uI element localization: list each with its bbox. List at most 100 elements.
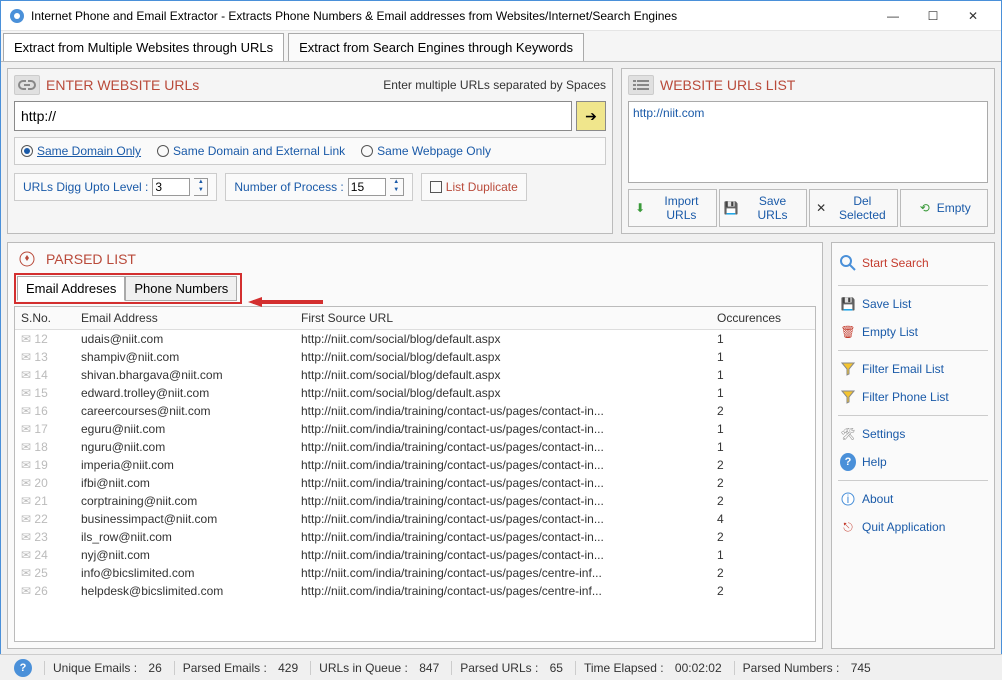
col-url[interactable]: First Source URL [295,307,711,330]
cell-email: imperia@niit.com [75,456,295,474]
cell-email: shivan.bhargava@niit.com [75,366,295,384]
settings-button[interactable]: 🛠Settings [838,420,988,448]
cell-occ: 1 [711,348,815,366]
mail-icon: ✉ 22 [15,510,75,528]
url-list-box[interactable]: http://niit.com [628,101,988,183]
cell-url: http://niit.com/social/blog/default.aspx [295,330,711,349]
table-row[interactable]: ✉ 16careercourses@niit.comhttp://niit.co… [15,402,815,420]
table-row[interactable]: ✉ 17eguru@niit.comhttp://niit.com/india/… [15,420,815,438]
cell-occ: 1 [711,330,815,349]
cell-url: http://niit.com/india/training/contact-u… [295,564,711,582]
mail-icon: ✉ 21 [15,492,75,510]
domain-options: Same Domain Only Same Domain and Externa… [14,137,606,165]
filter-phone-button[interactable]: Filter Phone List [838,383,988,411]
cell-email: ils_row@niit.com [75,528,295,546]
digg-label: URLs Digg Upto Level : [23,180,148,194]
results-table-wrap[interactable]: S.No. Email Address First Source URL Occ… [14,306,816,642]
cell-occ: 2 [711,564,815,582]
cell-email: businessimpact@niit.com [75,510,295,528]
separator [838,415,988,416]
status-help[interactable]: ? [6,659,40,677]
tab-extract-urls[interactable]: Extract from Multiple Websites through U… [3,33,284,61]
url-input[interactable] [14,101,572,131]
about-button[interactable]: iAbout [838,485,988,513]
digg-input[interactable] [152,178,190,196]
save-list-button[interactable]: 💾Save List [838,290,988,318]
mail-icon: ✉ 18 [15,438,75,456]
import-urls-button[interactable]: ⬇Import URLs [628,189,717,227]
table-row[interactable]: ✉ 14shivan.bhargava@niit.comhttp://niit.… [15,366,815,384]
mail-icon: ✉ 26 [15,582,75,600]
go-button[interactable]: ➔ [576,101,606,131]
col-occ[interactable]: Occurences [711,307,815,330]
table-row[interactable]: ✉ 26helpdesk@bicslimited.comhttp://niit.… [15,582,815,600]
table-row[interactable]: ✉ 24nyj@niit.comhttp://niit.com/india/tr… [15,546,815,564]
radio-same-webpage[interactable]: Same Webpage Only [361,144,491,158]
mail-icon: ✉ 17 [15,420,75,438]
table-row[interactable]: ✉ 19imperia@niit.comhttp://niit.com/indi… [15,456,815,474]
cell-url: http://niit.com/india/training/contact-u… [295,510,711,528]
cell-email: eguru@niit.com [75,420,295,438]
minimize-button[interactable]: — [873,2,913,30]
empty-button[interactable]: ⟲Empty [900,189,989,227]
empty-list-button[interactable]: 🗑Empty List [838,318,988,346]
table-row[interactable]: ✉ 15edward.trolley@niit.comhttp://niit.c… [15,384,815,402]
close-button[interactable]: ✕ [953,2,993,30]
link-icon [14,75,40,95]
help-icon: ? [14,659,32,677]
save-urls-button[interactable]: 💾Save URLs [719,189,808,227]
table-row[interactable]: ✉ 20ifbi@niit.comhttp://niit.com/india/t… [15,474,815,492]
digg-spinner[interactable]: ▲▼ [194,178,208,196]
cell-occ: 1 [711,366,815,384]
proc-input[interactable] [348,178,386,196]
del-selected-button[interactable]: ✕Del Selected [809,189,898,227]
cell-email: shampiv@niit.com [75,348,295,366]
table-row[interactable]: ✉ 12udais@niit.comhttp://niit.com/social… [15,330,815,349]
cell-url: http://niit.com/india/training/contact-u… [295,402,711,420]
side-label: Filter Email List [862,362,944,376]
col-sno[interactable]: S.No. [15,307,75,330]
separator [838,285,988,286]
radio-external[interactable]: Same Domain and External Link [157,144,345,158]
btn-label: Save URLs [743,194,802,222]
url-list-item[interactable]: http://niit.com [633,106,983,120]
mail-icon: ✉ 23 [15,528,75,546]
import-icon: ⬇ [633,200,647,216]
parsed-sub-tabs: Email Addreses Phone Numbers [14,273,242,304]
settings-icon: 🛠 [840,426,856,442]
radio-label: Same Domain Only [37,144,141,158]
quit-button[interactable]: ⎋Quit Application [838,513,988,541]
table-row[interactable]: ✉ 21corptraining@niit.comhttp://niit.com… [15,492,815,510]
table-row[interactable]: ✉ 13shampiv@niit.comhttp://niit.com/soci… [15,348,815,366]
proc-spinner[interactable]: ▲▼ [390,178,404,196]
tab-phones[interactable]: Phone Numbers [125,276,237,301]
urls-list-title: WEBSITE URLs LIST [660,77,795,93]
cell-url: http://niit.com/india/training/contact-u… [295,528,711,546]
enter-urls-panel: ENTER WEBSITE URLs Enter multiple URLs s… [7,68,613,234]
table-row[interactable]: ✉ 18nguru@niit.comhttp://niit.com/india/… [15,438,815,456]
cell-url: http://niit.com/india/training/contact-u… [295,474,711,492]
maximize-button[interactable]: ☐ [913,2,953,30]
list-duplicate-check[interactable]: List Duplicate [421,173,527,201]
side-label: Empty List [862,325,918,339]
digg-level-box: URLs Digg Upto Level : ▲▼ [14,173,217,201]
radio-label: Same Domain and External Link [173,144,345,158]
start-search-button[interactable]: Start Search [838,249,988,277]
filter-email-button[interactable]: Filter Email List [838,355,988,383]
side-label: About [862,492,893,506]
cell-email: udais@niit.com [75,330,295,349]
table-row[interactable]: ✉ 22businessimpact@niit.comhttp://niit.c… [15,510,815,528]
help-button[interactable]: ?Help [838,448,988,476]
tab-extract-keywords[interactable]: Extract from Search Engines through Keyw… [288,33,584,61]
table-row[interactable]: ✉ 25info@bicslimited.comhttp://niit.com/… [15,564,815,582]
tab-emails[interactable]: Email Addreses [17,276,125,301]
quit-icon: ⎋ [840,519,856,535]
radio-same-domain[interactable]: Same Domain Only [21,144,141,158]
mail-icon: ✉ 24 [15,546,75,564]
filter-icon [840,389,856,405]
cell-url: http://niit.com/india/training/contact-u… [295,420,711,438]
table-row[interactable]: ✉ 23ils_row@niit.comhttp://niit.com/indi… [15,528,815,546]
cell-email: nyj@niit.com [75,546,295,564]
cell-url: http://niit.com/india/training/contact-u… [295,456,711,474]
delete-icon: ✕ [814,200,828,216]
